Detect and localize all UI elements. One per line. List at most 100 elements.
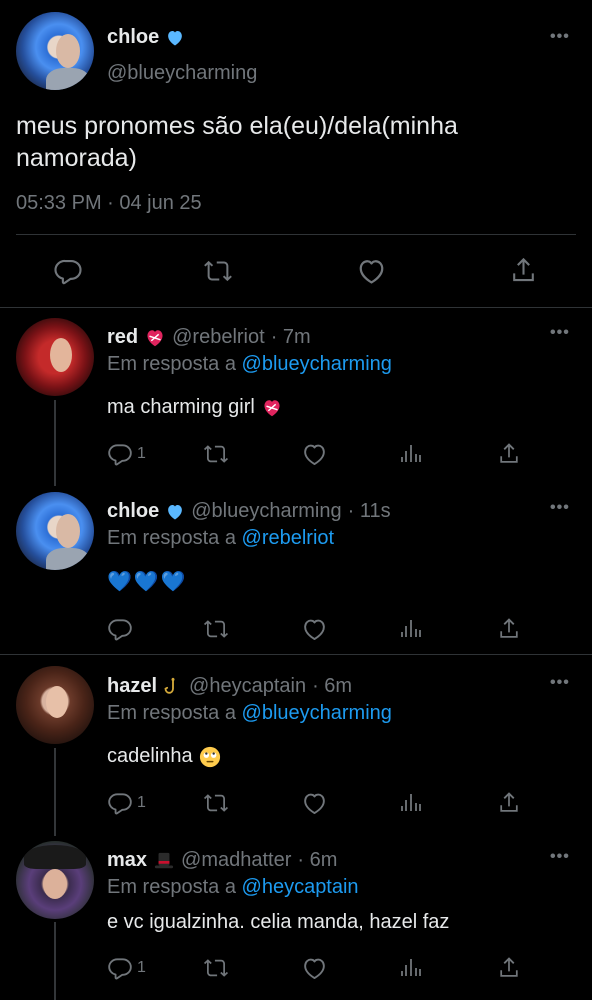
like-icon (301, 790, 328, 817)
more-icon[interactable]: ••• (550, 674, 570, 692)
views-button[interactable] (399, 790, 423, 814)
display-name[interactable]: hazel (107, 675, 157, 698)
display-name[interactable]: chloe (107, 26, 159, 49)
reply-button[interactable]: 1 (107, 441, 146, 467)
like-button[interactable] (301, 441, 328, 468)
handle[interactable]: @blueycharming (107, 62, 257, 85)
like-button[interactable] (301, 955, 328, 982)
reply-to-link[interactable]: @heycaptain (242, 876, 359, 898)
views-icon (399, 616, 423, 640)
share-button[interactable] (496, 440, 522, 466)
reply-to-link[interactable]: @blueycharming (242, 353, 392, 375)
reply-count: 1 (137, 794, 146, 811)
reply-button[interactable]: 1 (107, 955, 146, 981)
reply-prefix: Em resposta a (107, 527, 236, 549)
reply-prefix: Em resposta a (107, 876, 236, 898)
display-name[interactable]: max (107, 849, 147, 872)
thread-line (54, 400, 56, 486)
avatar[interactable] (16, 666, 94, 744)
reply-icon (107, 955, 133, 981)
share-icon (496, 789, 522, 815)
author-row: hazel @heycaptain · 6m (107, 675, 352, 698)
reply-button[interactable]: 1 (107, 790, 146, 816)
handle[interactable]: @blueycharming (191, 500, 341, 523)
more-icon[interactable]: ••• (550, 848, 570, 866)
time-ago: · 7m (270, 326, 311, 348)
reply-to-link[interactable]: @blueycharming (242, 702, 392, 724)
author-row: chloe @blueycharming · 11s (107, 500, 391, 523)
handle[interactable]: @madhatter (181, 849, 291, 872)
reply-icon (107, 790, 133, 816)
reply-count: 1 (137, 959, 146, 976)
views-button[interactable] (399, 441, 423, 465)
like-icon (301, 441, 328, 468)
share-button[interactable] (496, 954, 522, 980)
share-icon (496, 440, 522, 466)
reply-text: ma charming girl (107, 396, 255, 418)
retweet-icon (202, 256, 234, 286)
avatar[interactable] (16, 841, 94, 919)
reply-context: Em resposta a @blueycharming (107, 353, 392, 376)
retweet-button[interactable] (202, 955, 230, 981)
mending-heart-icon (147, 329, 163, 346)
avatar-face-shape (43, 869, 67, 899)
reply-text-row: ma charming girl (107, 396, 283, 419)
retweet-icon (202, 616, 230, 642)
like-icon (356, 256, 387, 287)
hook-icon (164, 677, 175, 694)
author-row: max @madhatter · 6m (107, 849, 337, 872)
top-hat-icon (154, 852, 174, 868)
retweet-button[interactable] (202, 441, 230, 467)
author-row: chloe (107, 26, 185, 49)
avatar-hat-shape (24, 845, 86, 869)
handle[interactable]: @heycaptain (189, 675, 306, 698)
views-button[interactable] (399, 955, 423, 979)
more-icon[interactable]: ••• (550, 28, 570, 46)
like-button[interactable] (301, 790, 328, 817)
avatar[interactable] (16, 318, 94, 396)
retweet-button[interactable] (202, 790, 230, 816)
reply-context: Em resposta a @heycaptain (107, 876, 359, 899)
retweet-icon (202, 441, 230, 467)
display-name[interactable]: red (107, 326, 138, 349)
time-ago: · 11s (347, 500, 391, 522)
like-button[interactable] (356, 256, 387, 287)
share-button[interactable] (508, 254, 539, 285)
handle[interactable]: @rebelriot (172, 326, 265, 349)
share-button[interactable] (496, 789, 522, 815)
reply-context: Em resposta a @blueycharming (107, 702, 392, 725)
reply-text: e vc igualzinha. celia manda, hazel faz (107, 911, 450, 933)
timestamp[interactable]: 05:33 PM · 04 jun 25 (16, 192, 202, 215)
avatar-face-shape (46, 686, 68, 718)
avatar-face-shape (56, 34, 80, 68)
views-button[interactable] (399, 616, 423, 640)
thread-line (54, 922, 56, 1000)
retweet-button[interactable] (202, 256, 234, 286)
more-icon[interactable]: ••• (550, 499, 570, 517)
reply-button[interactable] (107, 616, 137, 642)
display-name[interactable]: chloe (107, 500, 159, 523)
reply-text: cadelinha (107, 745, 193, 767)
share-button[interactable] (496, 615, 522, 641)
reply-count: 1 (137, 445, 146, 462)
tweet-text: meus pronomes são ela(eu)/dela(minha nam… (16, 112, 458, 172)
avatar[interactable] (16, 12, 94, 90)
reply-prefix: Em resposta a (107, 353, 236, 375)
eye-roll-emoji-icon (199, 746, 220, 767)
reply-to-link[interactable]: @rebelriot (242, 527, 335, 549)
thread-line (54, 748, 56, 836)
retweet-button[interactable] (202, 616, 230, 642)
reply-context: Em resposta a @rebelriot (107, 527, 334, 550)
share-icon (508, 254, 539, 285)
like-icon (301, 955, 328, 982)
reply-icon (53, 256, 83, 286)
divider (0, 654, 592, 655)
like-icon (301, 616, 328, 643)
share-icon (496, 615, 522, 641)
mending-heart-icon (264, 399, 280, 416)
avatar-face-shape (56, 514, 80, 548)
more-icon[interactable]: ••• (550, 324, 570, 342)
reply-button[interactable] (53, 256, 83, 286)
like-button[interactable] (301, 616, 328, 643)
avatar[interactable] (16, 492, 94, 570)
